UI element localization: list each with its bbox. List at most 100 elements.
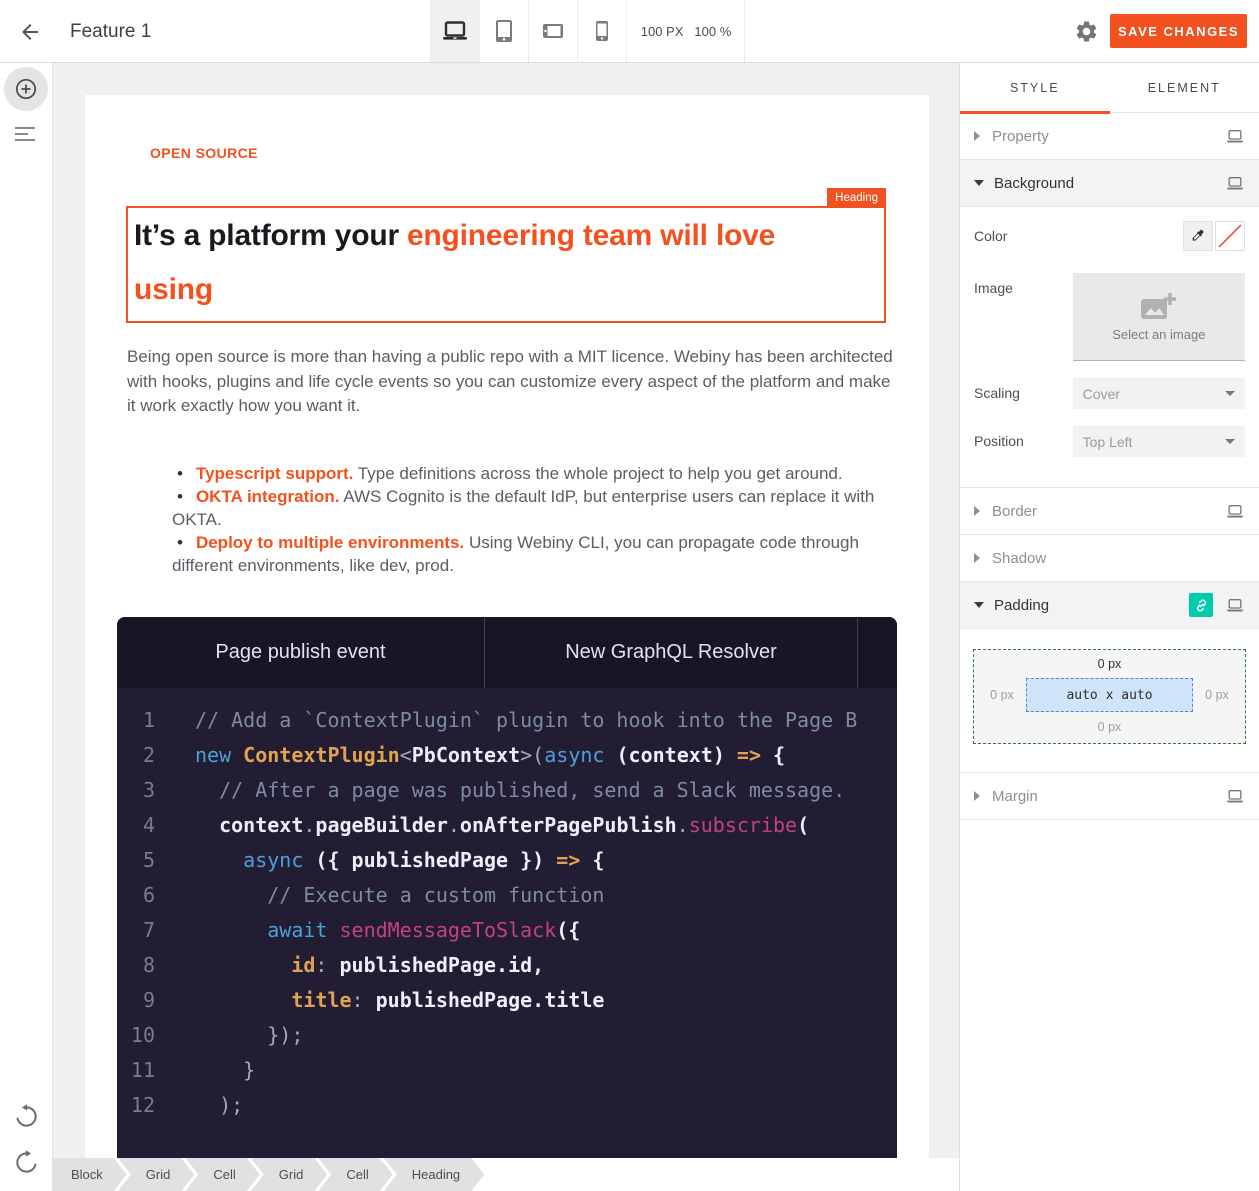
code-token: : bbox=[315, 953, 339, 977]
code-token: id bbox=[195, 953, 315, 977]
chevron-down-icon bbox=[1225, 391, 1235, 396]
code-token: : bbox=[352, 988, 376, 1012]
editor-sidebar bbox=[0, 63, 53, 1191]
chevron-down-icon bbox=[1225, 439, 1235, 444]
breadcrumb-item[interactable]: Heading bbox=[384, 1158, 484, 1191]
color-none-button[interactable] bbox=[1215, 221, 1245, 251]
kicker-text[interactable]: OPEN SOURCE bbox=[150, 145, 258, 161]
code-token: PbContext bbox=[412, 743, 520, 767]
breadcrumb-item[interactable]: Grid bbox=[251, 1158, 328, 1191]
eyedropper-icon bbox=[1190, 228, 1206, 244]
breadcrumb-item[interactable]: Cell bbox=[185, 1158, 259, 1191]
laptop-icon bbox=[1225, 129, 1245, 144]
code-token: context bbox=[195, 813, 303, 837]
code-token: => bbox=[737, 743, 761, 767]
mobile-icon bbox=[596, 21, 608, 41]
redo-circle-icon bbox=[14, 1150, 39, 1175]
feature-list[interactable]: •Typescript support. Type definitions ac… bbox=[172, 462, 888, 577]
viewport-width-value: 100 PX bbox=[641, 24, 684, 39]
device-tablet-landscape-button[interactable] bbox=[529, 0, 578, 62]
chevron-right-icon bbox=[974, 553, 980, 563]
paragraph-element[interactable]: Being open source is more than having a … bbox=[127, 345, 893, 419]
desktop-icon bbox=[441, 21, 469, 41]
undo-button[interactable] bbox=[14, 1104, 39, 1129]
image-plus-icon bbox=[1140, 292, 1178, 322]
code-line: 10 }); bbox=[117, 1018, 897, 1053]
element-size-input[interactable]: auto x auto bbox=[1026, 678, 1193, 712]
code-line: 6 // Execute a custom function bbox=[117, 878, 897, 913]
breadcrumb-item[interactable]: Grid bbox=[118, 1158, 195, 1191]
code-body: 1 // Add a `ContextPlugin` plugin to hook… bbox=[117, 688, 897, 1123]
line-number: 4 bbox=[117, 808, 155, 843]
device-desktop-button[interactable] bbox=[431, 0, 480, 62]
code-token: await bbox=[195, 918, 340, 942]
device-tablet-button[interactable] bbox=[480, 0, 529, 62]
tablet-portrait-icon bbox=[496, 20, 512, 42]
list-item[interactable]: •OKTA integration. AWS Cognito is the de… bbox=[172, 485, 888, 531]
code-line: 1 // Add a `ContextPlugin` plugin to hook… bbox=[117, 703, 897, 738]
color-picker-button[interactable] bbox=[1183, 221, 1213, 251]
code-line: 4 context.pageBuilder.onAfterPagePublish… bbox=[117, 808, 897, 843]
padding-top-value[interactable]: 0 px bbox=[984, 657, 1235, 671]
bullet-icon: • bbox=[177, 487, 183, 506]
tab-element[interactable]: ELEMENT bbox=[1110, 63, 1259, 112]
undo-circle-icon bbox=[14, 1104, 39, 1129]
top-toolbar: Feature 1 bbox=[0, 0, 1259, 63]
code-token: (context) bbox=[604, 743, 736, 767]
bullet-lead: Deploy to multiple environments. bbox=[196, 533, 464, 552]
line-number: 11 bbox=[117, 1053, 155, 1088]
padding-left-value[interactable]: 0 px bbox=[984, 688, 1020, 702]
line-number: 9 bbox=[117, 983, 155, 1018]
line-number: 7 bbox=[117, 913, 155, 948]
chain-link-icon bbox=[1194, 598, 1209, 613]
padding-link-values-button[interactable] bbox=[1189, 593, 1213, 617]
image-select-area[interactable]: Select an image bbox=[1073, 273, 1245, 361]
image-select-label: Select an image bbox=[1112, 327, 1205, 342]
code-token: publishedPage.id, bbox=[340, 953, 545, 977]
breadcrumb-item[interactable]: Block bbox=[53, 1158, 127, 1191]
code-image-element[interactable]: Page publish eventNew GraphQL Resolver 1… bbox=[117, 617, 897, 1177]
code-token: ( bbox=[797, 813, 809, 837]
list-item[interactable]: •Typescript support. Type definitions ac… bbox=[172, 462, 888, 485]
panel-tab-bar: STYLE ELEMENT bbox=[960, 63, 1259, 113]
plus-circle-icon bbox=[13, 76, 39, 102]
code-token: ContextPlugin bbox=[243, 743, 400, 767]
tab-style[interactable]: STYLE bbox=[960, 63, 1110, 112]
scaling-select[interactable]: Cover bbox=[1073, 378, 1245, 409]
section-margin[interactable]: Margin bbox=[960, 773, 1259, 820]
back-button[interactable] bbox=[14, 16, 46, 48]
save-changes-button[interactable]: SAVE CHANGES bbox=[1110, 14, 1247, 48]
settings-button[interactable] bbox=[1073, 19, 1099, 45]
breadcrumb-item[interactable]: Cell bbox=[318, 1158, 392, 1191]
device-mobile-button[interactable] bbox=[578, 0, 627, 62]
section-property[interactable]: Property bbox=[960, 113, 1259, 160]
padding-right-value[interactable]: 0 px bbox=[1199, 688, 1235, 702]
section-padding[interactable]: Padding bbox=[960, 582, 1259, 629]
code-tab: Page publish event bbox=[117, 617, 484, 688]
heading-text-accent-line1: engineering team will love bbox=[407, 219, 775, 252]
padding-bottom-value[interactable]: 0 px bbox=[984, 720, 1235, 734]
gear-icon bbox=[1074, 19, 1099, 44]
code-line: 5 async ({ publishedPage }) => { bbox=[117, 843, 897, 878]
chevron-right-icon bbox=[974, 131, 980, 141]
chevron-down-icon bbox=[974, 602, 984, 608]
page-document: OPEN SOURCE Heading It’s a platform your… bbox=[85, 95, 929, 1191]
list-item[interactable]: •Deploy to multiple environments. Using … bbox=[172, 531, 888, 577]
navigator-button[interactable] bbox=[15, 127, 37, 145]
section-shadow[interactable]: Shadow bbox=[960, 535, 1259, 582]
position-select[interactable]: Top Left bbox=[1073, 426, 1245, 457]
code-token: // Add a `ContextPlugin` plugin to hook … bbox=[195, 708, 857, 732]
redo-button[interactable] bbox=[14, 1150, 39, 1175]
laptop-icon bbox=[1225, 176, 1245, 191]
selected-heading-element[interactable]: Heading It’s a platform yourengineering … bbox=[126, 206, 886, 323]
code-token: async bbox=[195, 848, 303, 872]
heading-text-dark: It’s a platform your bbox=[134, 219, 399, 252]
section-border[interactable]: Border bbox=[960, 488, 1259, 535]
laptop-icon bbox=[1225, 789, 1245, 804]
add-element-button[interactable] bbox=[4, 67, 48, 111]
code-token: publishedPage.title bbox=[376, 988, 605, 1012]
line-number: 1 bbox=[117, 703, 155, 738]
chevron-right-icon bbox=[974, 791, 980, 801]
code-tab-partial bbox=[857, 617, 897, 688]
section-background[interactable]: Background bbox=[960, 160, 1259, 207]
